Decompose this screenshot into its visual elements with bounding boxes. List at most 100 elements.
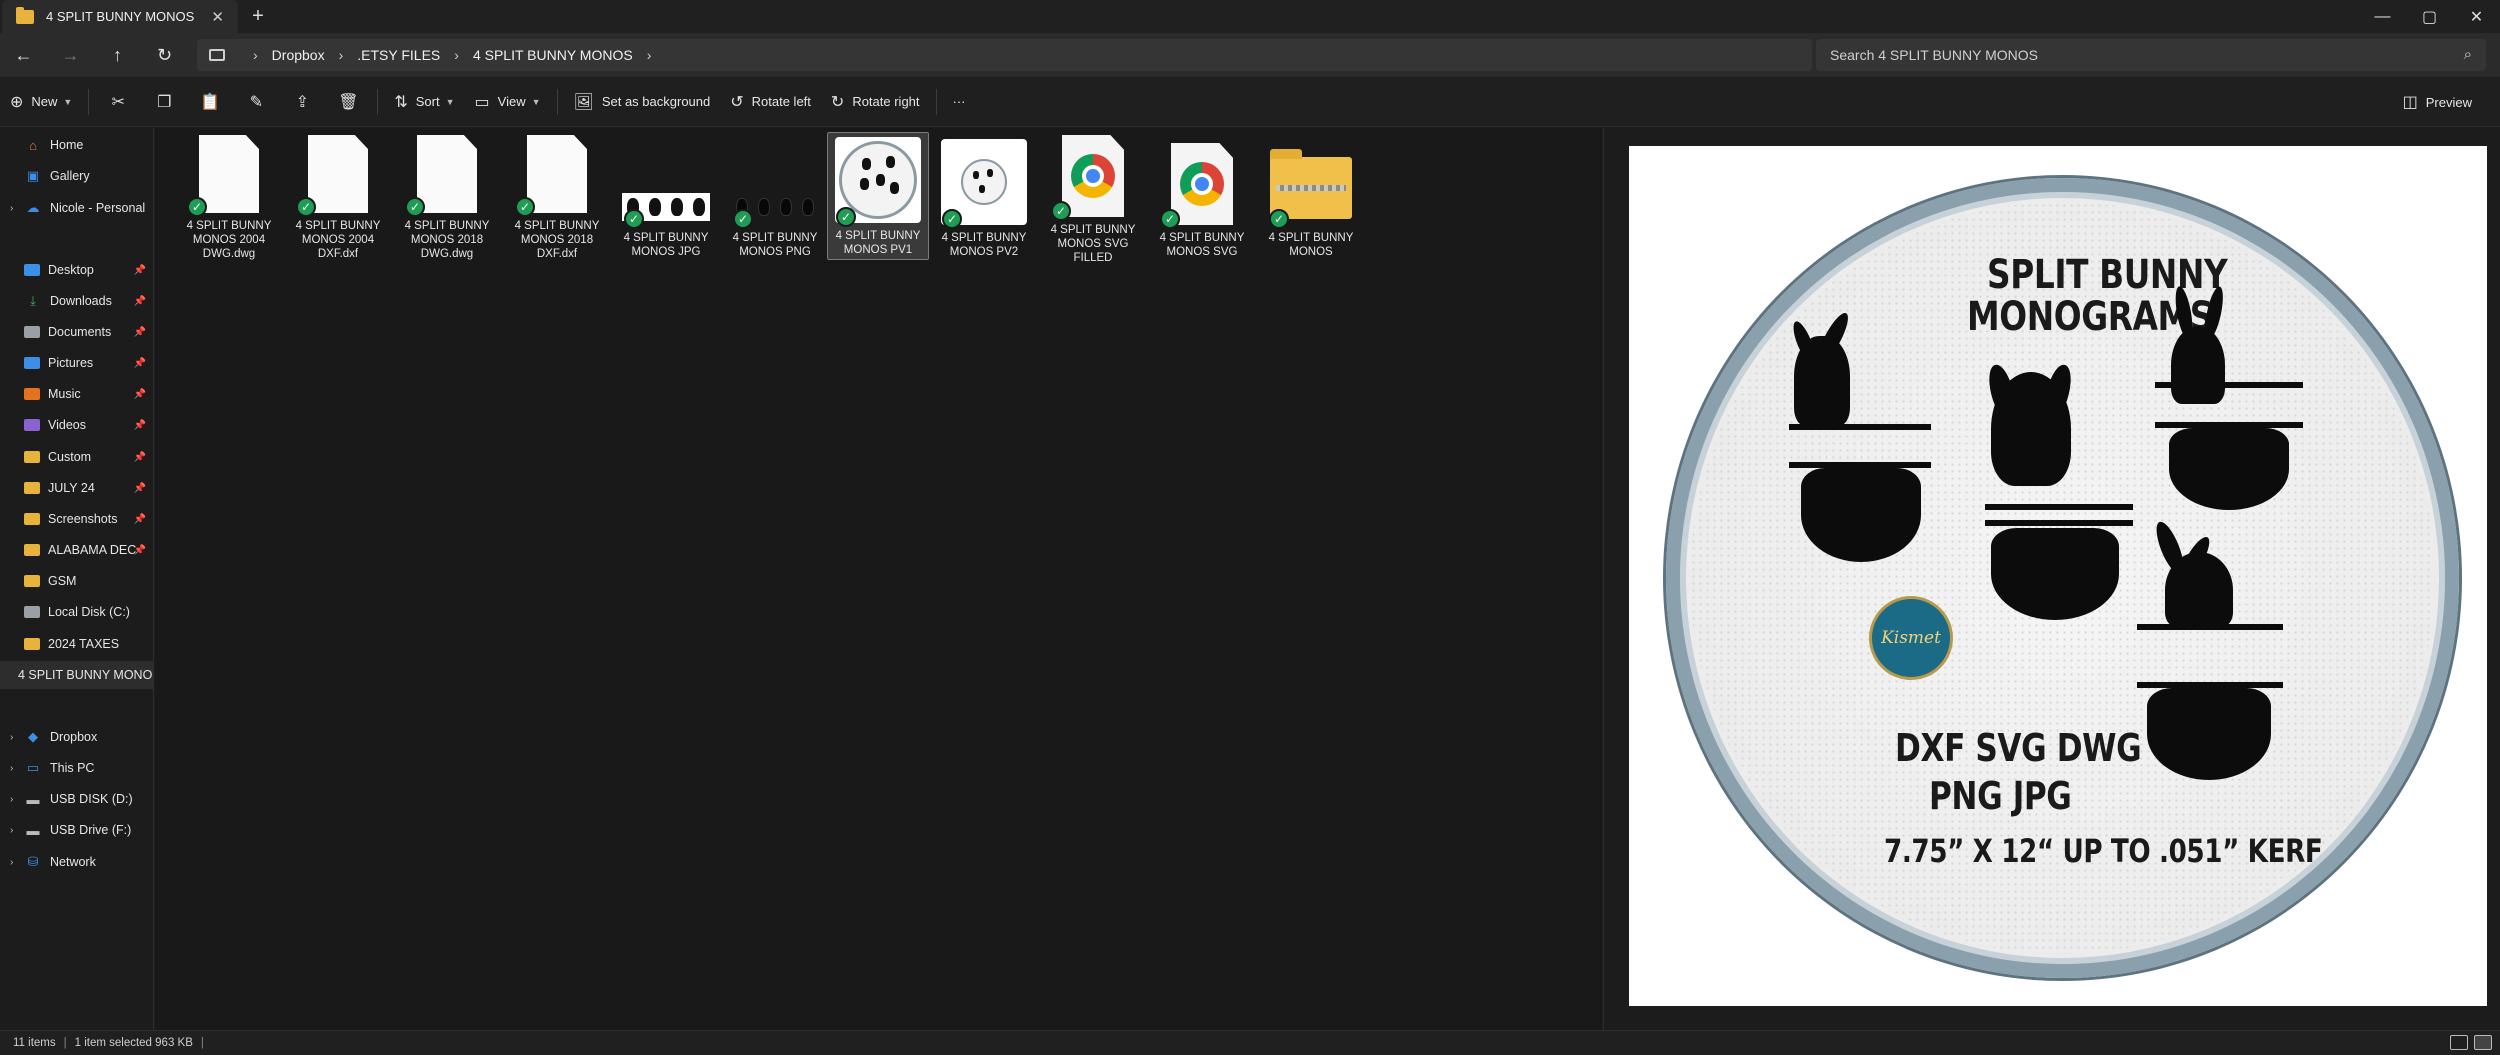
chevron-right-icon[interactable]: › — [10, 794, 24, 805]
tiles-view-button[interactable] — [2474, 1035, 2492, 1050]
sidebar-item-network[interactable]: › ⛁ Network — [0, 848, 153, 876]
sidebar-item-july-24[interactable]: JULY 24 📌 — [0, 474, 153, 502]
split-bar — [2137, 624, 2283, 630]
tab-close-icon[interactable]: ✕ — [211, 8, 224, 26]
file-name: 4 SPLIT BUNNY MONOS 2004 DWG.dwg — [186, 220, 272, 260]
tab-current[interactable]: 4 SPLIT BUNNY MONOS ✕ — [2, 0, 238, 33]
file-list[interactable]: ✓ 4 SPLIT BUNNY MONOS 2004 DWG.dwg ✓ 4 S… — [155, 128, 1602, 1030]
file-item[interactable]: ✓ 4 SPLIT BUNNY MONOS — [1259, 135, 1363, 259]
file-item-selected[interactable]: ✓ 4 SPLIT BUNNY MONOS PV1 — [827, 132, 929, 260]
sidebar-item-videos[interactable]: Videos 📌 — [0, 411, 153, 439]
chevron-right-icon[interactable]: › — [647, 47, 652, 63]
delete-button[interactable]: 🗑 — [325, 84, 371, 120]
rotate-right-button[interactable]: ↻ Rotate right — [821, 84, 930, 120]
more-options-button[interactable]: ··· — [943, 84, 976, 120]
copy-button[interactable]: ❐ — [141, 84, 187, 120]
file-item[interactable]: ✓ 4 SPLIT BUNNY MONOS 2004 DXF.dxf — [286, 135, 390, 260]
new-button[interactable]: ⊕ New ▼ — [0, 84, 82, 120]
back-button[interactable]: ← — [0, 33, 47, 77]
new-tab-button[interactable]: + — [238, 0, 278, 33]
sidebar-item-2024-taxes[interactable]: 2024 TAXES — [0, 630, 153, 658]
maximize-button[interactable]: ▢ — [2406, 0, 2453, 33]
sidebar-item-usb-disk-d[interactable]: › ▬ USB DISK (D:) — [0, 785, 153, 813]
rename-button[interactable]: ✎ — [233, 84, 279, 120]
set-as-background-button[interactable]: 🖼 Set as background — [564, 84, 721, 120]
chevron-right-icon[interactable]: › — [10, 857, 24, 868]
sort-button[interactable]: ⇅ Sort ▼ — [384, 84, 464, 120]
preview-title-line1: SPLIT BUNNY — [1987, 252, 2228, 298]
breadcrumb-dropbox[interactable]: Dropbox — [272, 47, 325, 63]
chevron-right-icon[interactable]: › — [339, 47, 344, 63]
cut-button[interactable]: ✂ — [95, 84, 141, 120]
search-box[interactable]: Search 4 SPLIT BUNNY MONOS ⌕ — [1816, 39, 2486, 71]
sidebar-item-label: Custom — [48, 450, 92, 464]
sidebar-item-local-disk-c[interactable]: Local Disk (C:) — [0, 598, 153, 626]
this-pc-icon[interactable] — [209, 49, 225, 61]
details-view-button[interactable] — [2450, 1035, 2468, 1050]
sidebar-item-dropbox[interactable]: › ◆ Dropbox — [0, 723, 153, 751]
share-button[interactable]: ⇪ — [279, 84, 325, 120]
status-bar: 11 items | 1 item selected 963 KB | — [0, 1030, 2500, 1055]
paste-button[interactable]: 📋 — [187, 84, 233, 120]
file-thumbnail: ✓ — [293, 135, 383, 217]
file-item[interactable]: ✓ 4 SPLIT BUNNY MONOS SVG FILLED — [1041, 135, 1145, 264]
sidebar-item-downloads[interactable]: ⤓ Downloads 📌 — [0, 287, 153, 315]
bunny-shape — [979, 185, 985, 193]
address-bar[interactable]: › Dropbox › .ETSY FILES › 4 SPLIT BUNNY … — [197, 39, 1812, 71]
sync-check-icon: ✓ — [733, 209, 753, 229]
new-label: New — [31, 94, 58, 109]
sidebar-item-pictures[interactable]: Pictures 📌 — [0, 349, 153, 377]
sidebar-item-onedrive-personal[interactable]: › ☁ Nicole - Personal — [0, 194, 153, 222]
sidebar-item-custom[interactable]: Custom 📌 — [0, 443, 153, 471]
divider — [377, 88, 379, 115]
close-window-button[interactable]: ✕ — [2453, 0, 2500, 33]
breadcrumb-etsy-files[interactable]: .ETSY FILES — [357, 47, 440, 63]
file-item[interactable]: ✓ 4 SPLIT BUNNY MONOS PNG — [723, 135, 827, 259]
file-name: 4 SPLIT BUNNY MONOS 2004 DXF.dxf — [295, 220, 381, 260]
view-button[interactable]: ▭ View ▼ — [465, 84, 551, 120]
file-item[interactable]: ✓ 4 SPLIT BUNNY MONOS JPG — [614, 135, 718, 259]
sidebar-item-gallery[interactable]: ▣ Gallery — [0, 162, 153, 190]
sidebar-item-usb-drive-f[interactable]: › ▬ USB Drive (F:) — [0, 816, 153, 844]
refresh-button[interactable]: ↻ — [141, 33, 188, 77]
sidebar-item-4-split-bunny-monos[interactable]: 4 SPLIT BUNNY MONOS — [0, 661, 153, 689]
search-icon[interactable]: ⌕ — [2464, 46, 2472, 63]
divider — [556, 88, 558, 115]
file-item[interactable]: ✓ 4 SPLIT BUNNY MONOS 2018 DXF.dxf — [505, 135, 609, 260]
status-divider: | — [200, 1037, 204, 1049]
rotate-left-button[interactable]: ↺ Rotate left — [720, 84, 821, 120]
file-name: 4 SPLIT BUNNY MONOS JPG — [623, 232, 709, 258]
file-item[interactable]: ✓ 4 SPLIT BUNNY MONOS SVG — [1150, 135, 1254, 259]
sidebar-item-documents[interactable]: Documents 📌 — [0, 318, 153, 346]
chevron-right-icon[interactable]: › — [10, 825, 24, 836]
file-item[interactable]: ✓ 4 SPLIT BUNNY MONOS 2004 DWG.dwg — [177, 135, 281, 260]
breadcrumb-current-folder[interactable]: 4 SPLIT BUNNY MONOS — [473, 47, 633, 63]
document-icon — [308, 135, 368, 213]
chevron-right-icon[interactable]: › — [10, 732, 24, 743]
sidebar-item-music[interactable]: Music 📌 — [0, 380, 153, 408]
bunny-monogram — [2169, 428, 2289, 510]
forward-button[interactable]: → — [47, 33, 94, 77]
sidebar-item-screenshots[interactable]: Screenshots 📌 — [0, 505, 153, 533]
sidebar-item-alabama-dec[interactable]: ALABAMA DEC 📌 — [0, 536, 153, 564]
sidebar-item-label: USB DISK (D:) — [50, 792, 133, 806]
chevron-right-icon[interactable]: › — [253, 47, 258, 63]
sidebar-item-home[interactable]: ⌂ Home — [0, 131, 153, 159]
sidebar-item-label: USB Drive (F:) — [50, 823, 132, 837]
chevron-right-icon[interactable]: › — [454, 47, 459, 63]
document-icon — [417, 135, 477, 213]
window-controls: — ▢ ✕ — [2359, 0, 2500, 33]
sync-check-icon: ✓ — [515, 197, 535, 217]
chevron-right-icon[interactable]: › — [10, 763, 24, 774]
file-item[interactable]: ✓ 4 SPLIT BUNNY MONOS PV2 — [932, 135, 1036, 259]
sidebar-item-gsm[interactable]: GSM — [0, 567, 153, 595]
preview-pane-button[interactable]: ◫ Preview — [2393, 84, 2482, 120]
minimize-button[interactable]: — — [2359, 0, 2406, 33]
file-item[interactable]: ✓ 4 SPLIT BUNNY MONOS 2018 DWG.dwg — [395, 135, 499, 260]
sync-check-icon: ✓ — [836, 207, 856, 227]
up-button[interactable]: ↑ — [94, 33, 141, 77]
pin-icon: 📌 — [133, 357, 146, 369]
sidebar-item-desktop[interactable]: Desktop 📌 — [0, 256, 153, 284]
sidebar-item-this-pc[interactable]: › ▭ This PC — [0, 754, 153, 782]
chevron-right-icon[interactable]: › — [10, 203, 24, 214]
